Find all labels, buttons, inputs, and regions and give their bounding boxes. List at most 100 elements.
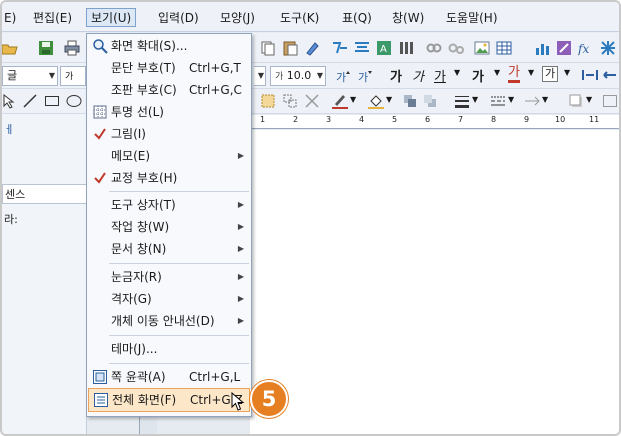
menu-item-object-guides[interactable]: 개체 이동 안내선(D) ▶ <box>88 310 250 332</box>
arrow-style-icon[interactable] <box>524 93 540 109</box>
width-icon[interactable] <box>602 67 618 83</box>
unlink-icon[interactable] <box>448 40 464 56</box>
menu-view[interactable]: 보기(U) <box>86 8 137 27</box>
menu-item-zoom[interactable]: 화면 확대(S)... <box>88 35 250 57</box>
menu-item-label: 문단 부호(T) <box>111 61 176 75</box>
horizontal-ruler[interactable]: 1 2 3 4 5 6 7 8 9 10 11 <box>250 115 619 129</box>
line-style-icon[interactable] <box>490 93 506 109</box>
chevron-down-icon[interactable]: ▼ <box>508 95 514 104</box>
paragraph-icon[interactable]: A <box>376 40 392 56</box>
copy-icon[interactable] <box>260 40 276 56</box>
line-thickness-icon[interactable] <box>454 93 470 109</box>
menu-format[interactable]: 모양(J) <box>216 9 259 28</box>
font-color-button[interactable]: 가 <box>508 65 520 83</box>
check-icon <box>92 170 108 186</box>
pane-item-license[interactable]: 센스 <box>2 184 87 204</box>
font-size-value: 10.0 <box>286 69 312 82</box>
menu-item-task-pane[interactable]: 작업 창(W) ▶ <box>88 216 250 238</box>
chart-icon[interactable] <box>534 40 550 56</box>
mouse-cursor-icon <box>231 392 245 411</box>
chevron-down-icon[interactable]: ▼ <box>586 95 592 104</box>
chevron-down-icon[interactable]: ▼ <box>472 95 478 104</box>
chevron-down-icon[interactable]: ▼ <box>542 95 548 104</box>
menu-item-page-outline[interactable]: 쪽 윤곽(A) Ctrl+G,L <box>88 366 250 388</box>
char-shape-button[interactable]: 가 <box>542 66 559 82</box>
draw-icon[interactable] <box>556 40 572 56</box>
send-back-icon[interactable] <box>422 93 438 109</box>
shadow-icon[interactable] <box>568 93 584 109</box>
menu-item-transparent-lines[interactable]: 투명 선(L) <box>88 101 250 123</box>
link-icon[interactable] <box>426 40 442 56</box>
menu-item-document-window[interactable]: 문서 창(N) ▶ <box>88 238 250 260</box>
format-paint-icon[interactable] <box>304 40 320 56</box>
menu-tools[interactable]: 도구(K) <box>276 9 323 28</box>
chevron-down-icon[interactable]: ▼ <box>564 68 570 77</box>
document-page[interactable] <box>250 130 619 434</box>
group-icon[interactable] <box>282 93 298 109</box>
ruler-tick: 7 <box>458 115 464 124</box>
submenu-arrow-icon: ▶ <box>237 222 244 231</box>
save-icon[interactable] <box>38 40 54 56</box>
ungroup-icon[interactable] <box>304 93 320 109</box>
menu-insert[interactable]: 입력(D) <box>154 9 203 28</box>
open-folder-icon[interactable] <box>2 40 18 56</box>
check-icon <box>92 126 108 142</box>
select-arrow-icon[interactable] <box>2 93 18 109</box>
font-combo[interactable]: 가 <box>60 66 86 86</box>
strike-button[interactable]: 가 <box>472 66 484 85</box>
rect-tool-icon[interactable] <box>602 93 618 109</box>
ellipse-icon[interactable] <box>66 93 82 109</box>
style-icon[interactable] <box>332 40 348 56</box>
object-select-icon[interactable] <box>260 93 276 109</box>
menu-item-label: 격자(G) <box>111 292 152 306</box>
line-icon[interactable] <box>22 93 38 109</box>
paste-icon[interactable] <box>282 40 298 56</box>
menu-help[interactable]: 도움말(H) <box>442 9 502 28</box>
chevron-down-icon: ▼ <box>48 71 55 80</box>
menu-separator <box>109 363 249 364</box>
bring-front-icon[interactable] <box>402 93 418 109</box>
menu-bar: E) 편집(E) 보기(U) 입력(D) 모양(J) 도구(K) 표(Q) 창(… <box>2 2 619 32</box>
chevron-down-icon[interactable]: ▼ <box>454 68 460 77</box>
formula-icon[interactable]: fx <box>578 40 594 56</box>
menu-item-control-codes[interactable]: 조판 부호(C) Ctrl+G,C <box>88 79 250 101</box>
picture-icon[interactable] <box>474 40 490 56</box>
menu-item-label: 조판 부호(C) <box>111 83 177 97</box>
menu-edit[interactable]: 편집(E) <box>29 9 76 28</box>
menu-item-picture[interactable]: 그림(I) <box>88 123 250 145</box>
chevron-down-icon[interactable]: ▼ <box>528 68 534 77</box>
font-size-combo[interactable]: 가 10.0 ▼ <box>270 66 326 86</box>
chevron-down-icon[interactable]: ▼ <box>386 95 392 104</box>
line-color-icon[interactable] <box>332 93 348 109</box>
table-icon[interactable] <box>496 40 512 56</box>
chevron-down-icon[interactable]: ▼ <box>494 68 500 77</box>
decrease-size-icon[interactable]: 가 <box>336 68 352 84</box>
menu-item-proofreading[interactable]: 교정 부호(H) <box>88 167 250 189</box>
align-icon[interactable] <box>354 40 370 56</box>
menu-item-paragraph-marks[interactable]: 문단 부호(T) Ctrl+G,T <box>88 57 250 79</box>
chevron-down-icon[interactable]: ▼ <box>350 95 356 104</box>
spacing-icon[interactable] <box>582 67 598 83</box>
italic-button[interactable]: 가 <box>412 66 424 85</box>
increase-size-icon[interactable]: 가 <box>358 68 374 84</box>
style-combo[interactable]: 글 ▼ <box>2 66 58 86</box>
menu-item-memo[interactable]: 메모(E) ▶ <box>88 145 250 167</box>
fill-color-icon[interactable] <box>368 93 384 109</box>
menu-window[interactable]: 창(W) <box>388 9 428 28</box>
bold-button[interactable]: 가 <box>390 66 402 85</box>
rectangle-icon[interactable] <box>44 93 60 109</box>
print-icon[interactable] <box>64 40 80 56</box>
font-combo-arrow[interactable]: ▼ <box>254 66 266 86</box>
ruler-tick: 3 <box>326 115 332 124</box>
menu-item-fullscreen[interactable]: 전체 화면(F) Ctrl+G,Z <box>88 388 250 412</box>
menu-file-partial[interactable]: E) <box>2 9 20 28</box>
menu-item-grid[interactable]: 격자(G) ▶ <box>88 288 250 310</box>
menu-item-shortcut: Ctrl+G,T <box>189 61 241 75</box>
menu-table[interactable]: 표(Q) <box>338 9 376 28</box>
symbol-icon[interactable] <box>600 40 616 56</box>
columns-icon[interactable] <box>398 40 414 56</box>
menu-item-ruler[interactable]: 눈금자(R) ▶ <box>88 266 250 288</box>
underline-button[interactable]: 가 <box>434 66 446 85</box>
menu-item-theme[interactable]: 테마(J)... <box>88 338 250 360</box>
menu-item-toolbox[interactable]: 도구 상자(T) ▶ <box>88 194 250 216</box>
